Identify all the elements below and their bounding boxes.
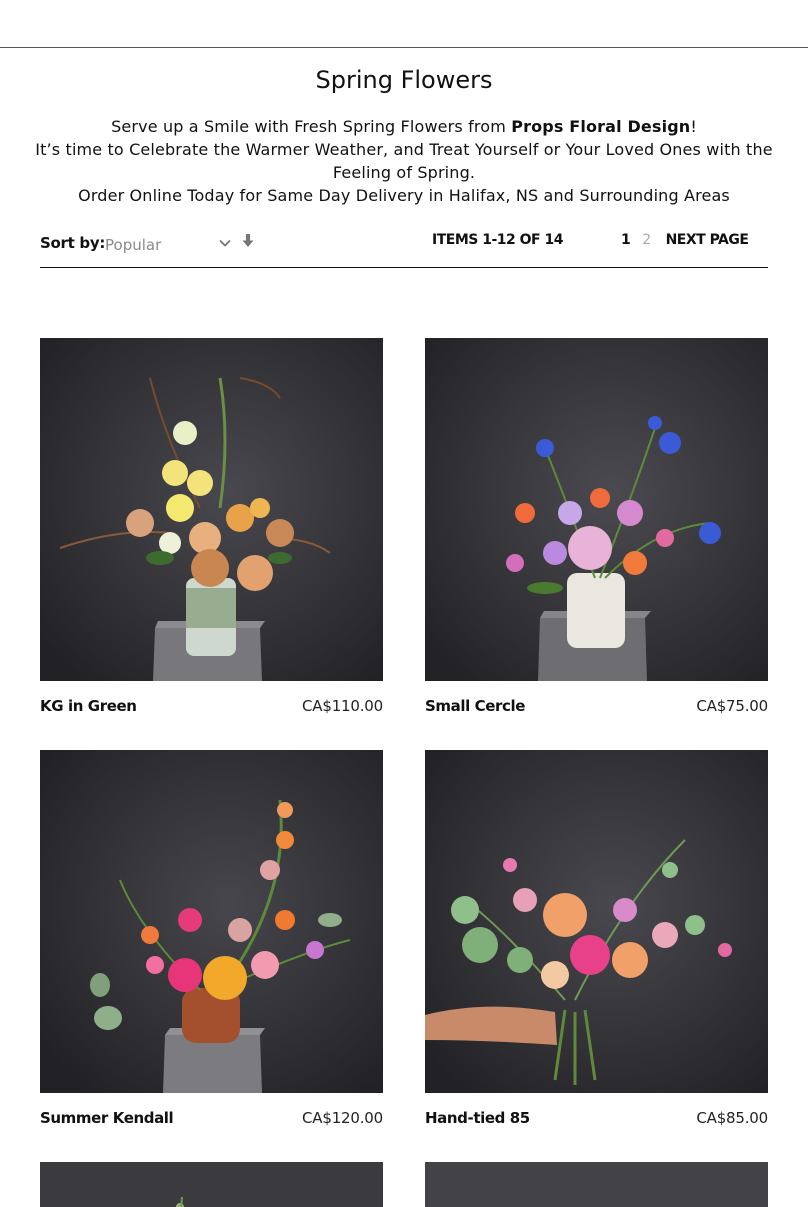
pagination: 1 2 NEXT PAGE [621, 232, 749, 248]
product-name[interactable]: Summer Kendall [40, 1109, 174, 1127]
product-name[interactable]: Small Cercle [425, 697, 525, 715]
intro-line-1-text: Serve up a Smile with Fresh Spring Flowe… [111, 117, 512, 136]
product-image-partial[interactable] [425, 1162, 768, 1207]
category-description: Serve up a Smile with Fresh Spring Flowe… [16, 115, 792, 207]
intro-line-1-end: ! [690, 117, 697, 136]
product-image-partial[interactable] [40, 1162, 383, 1207]
intro-line-2: It’s time to Celebrate the Warmer Weathe… [35, 140, 773, 182]
brand-name: Props Floral Design [511, 117, 691, 136]
product-price: CA$85.00 [696, 1109, 768, 1127]
items-count: ITEMS 1-12 OF 14 [432, 232, 563, 248]
page-current: 1 [621, 232, 631, 248]
product-image[interactable] [425, 338, 768, 681]
top-header-bar [0, 0, 808, 48]
product-image[interactable] [425, 750, 768, 1093]
page-link-2[interactable]: 2 [642, 232, 651, 248]
page-title: Spring Flowers [315, 66, 493, 94]
product-name[interactable]: KG in Green [40, 697, 137, 715]
sort-label: Sort by: [40, 234, 106, 252]
product-name[interactable]: Hand-tied 85 [425, 1109, 530, 1127]
intro-line-1: Serve up a Smile with Fresh Spring Flowe… [16, 115, 792, 138]
product-image[interactable] [40, 750, 383, 1093]
chevron-down-icon [219, 239, 231, 247]
product-image[interactable] [40, 338, 383, 681]
next-page-link[interactable]: NEXT PAGE [666, 232, 749, 248]
sort-select[interactable]: Popular [104, 230, 232, 258]
arrow-down-icon[interactable] [241, 233, 255, 249]
product-price: CA$75.00 [696, 697, 768, 715]
product-toolbar: Sort by: Popular ITEMS 1-12 OF 14 1 2 NE… [40, 222, 768, 268]
product-price: CA$110.00 [302, 697, 383, 715]
product-price: CA$120.00 [302, 1109, 383, 1127]
sort-selected-value: Popular [105, 236, 162, 254]
intro-line-3: Order Online Today for Same Day Delivery… [78, 186, 730, 205]
